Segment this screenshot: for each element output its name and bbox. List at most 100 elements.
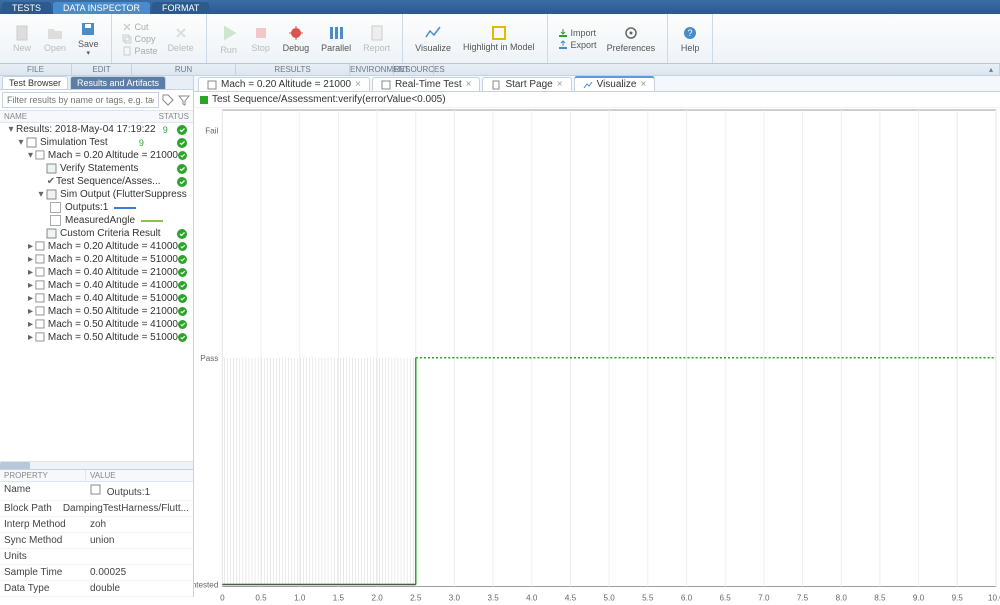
tree-sim-badge: 9 [139,138,144,148]
tab-results-artifacts[interactable]: Results and Artifacts [70,76,166,89]
tree-header-status: STATUS [159,112,189,121]
open-label: Open [44,43,66,53]
checkbox-icon[interactable] [50,202,61,213]
tree-m050a41[interactable]: ▸Mach = 0.50 Altitude = 41000 [0,318,193,331]
debug-button[interactable]: Debug [277,23,316,55]
svg-text:9.0: 9.0 [913,594,925,603]
svg-text:7.0: 7.0 [758,594,770,603]
results-tree[interactable]: ▾Results: 2018-May-04 17:19:22 9 ▾ Simul… [0,123,193,391]
prop-units-val [86,549,193,564]
tree-m040a21-label: Mach = 0.40 Altitude = 21000 [48,267,178,278]
section-resources: RESOURCES [394,64,434,75]
tree-m050a21[interactable]: ▸Mach = 0.50 Altitude = 21000 [0,305,193,318]
tree-m020a41[interactable]: ▸Mach = 0.20 Altitude = 41000 [0,240,193,253]
report-label: Report [363,43,390,53]
import-button[interactable]: Import [558,27,597,39]
tree-test-seq[interactable]: ✔ Test Sequence/Asses... [0,175,193,188]
plot-area[interactable]: 00.51.01.52.02.53.03.54.04.55.05.56.06.5… [194,108,1000,597]
delete-button[interactable]: Delete [162,23,200,55]
tree-root[interactable]: ▾Results: 2018-May-04 17:19:22 9 [0,123,193,136]
tree-outputs1[interactable]: Outputs:1 [0,201,193,214]
prop-sample-key: Sample Time [0,565,86,580]
tree-sim-output[interactable]: ▾ Sim Output (FlutterSuppress [0,188,193,201]
parallel-label: Parallel [321,43,351,53]
ribbon-collapse-icon[interactable]: ▴ [434,64,1000,75]
prop-header-property: PROPERTY [0,470,86,481]
tree-verify[interactable]: Verify Statements [0,162,193,175]
cut-button[interactable]: Cut [122,21,158,33]
pass-icon [178,151,187,161]
tree-m040a41[interactable]: ▸Mach = 0.40 Altitude = 41000 [0,279,193,292]
pass-icon [177,229,187,239]
svg-text:Fail: Fail [205,126,218,135]
legend-swatch [200,96,208,104]
tree-m050a41-label: Mach = 0.50 Altitude = 41000 [48,319,178,330]
help-button[interactable]: ?Help [674,23,706,55]
tree-m020a51-label: Mach = 0.20 Altitude = 51000 [48,254,178,265]
tab-test-browser[interactable]: Test Browser [2,76,68,89]
visualize-button[interactable]: Visualize [409,23,457,55]
parallel-button[interactable]: Parallel [315,23,357,55]
pass-icon [177,138,187,148]
tree-outputs1-label: Outputs:1 [65,202,108,213]
doc-tab-m020a21[interactable]: Mach = 0.20 Altitude = 21000× [198,77,370,91]
swatch-blue [114,207,136,209]
tree-header: NAME STATUS [0,111,193,123]
filter-icon[interactable] [177,93,191,107]
open-button[interactable]: Open [38,23,72,55]
close-icon[interactable]: × [466,79,472,90]
doc-tab-realtime-label: Real-Time Test [395,79,462,90]
pass-icon [178,320,187,330]
tree-m050a51[interactable]: ▸Mach = 0.50 Altitude = 51000 [0,331,193,344]
stop-button[interactable]: Stop [245,23,277,55]
tree-h-scrollbar[interactable] [0,461,193,469]
copy-button[interactable]: Copy [122,33,158,45]
tree-sim-test[interactable]: ▾ Simulation Test 9 [0,136,193,149]
tab-tests[interactable]: TESTS [2,2,51,14]
close-icon[interactable]: × [640,79,646,90]
pass-icon [177,125,187,135]
tree-m020a51[interactable]: ▸Mach = 0.20 Altitude = 51000 [0,253,193,266]
run-button[interactable]: Run [213,21,245,57]
tree-m040a51[interactable]: ▸Mach = 0.40 Altitude = 51000 [0,292,193,305]
io-buttons: Import Export [554,27,601,51]
tree-measured[interactable]: MeasuredAngle [0,214,193,227]
svg-text:Pass: Pass [200,354,218,363]
svg-text:Untested: Untested [194,581,218,590]
export-button[interactable]: Export [558,39,597,51]
highlight-button[interactable]: Highlight in Model [457,23,541,54]
tree-custom[interactable]: Custom Criteria Result [0,227,193,240]
tree-m050a51-label: Mach = 0.50 Altitude = 51000 [48,332,178,343]
verification-plot: 00.51.01.52.02.53.03.54.04.55.05.56.06.5… [194,108,1000,605]
pass-icon [178,281,187,291]
doc-tab-visualize[interactable]: Visualize× [574,76,656,91]
paste-button[interactable]: Paste [122,45,158,57]
help-label: Help [681,43,700,53]
close-icon[interactable]: × [355,79,361,90]
filter-input[interactable] [2,92,159,108]
new-button[interactable]: New [6,23,38,55]
prop-units-key: Units [0,549,86,564]
tree-m020a21[interactable]: ▾ Mach = 0.20 Altitude = 21000 [0,149,193,162]
tags-icon[interactable] [161,93,175,107]
svg-text:1.5: 1.5 [333,594,345,603]
close-icon[interactable]: × [557,79,563,90]
prop-name-val: Outputs:1 [107,487,150,498]
save-button[interactable]: Save▾ [72,19,105,59]
svg-text:6.5: 6.5 [720,594,732,603]
export-label: Export [571,40,597,50]
tab-data-inspector[interactable]: DATA INSPECTOR [53,2,150,14]
report-button[interactable]: Report [357,23,396,55]
svg-text:9.5: 9.5 [952,594,964,603]
tree-m020a41-label: Mach = 0.20 Altitude = 41000 [48,241,178,252]
tab-format[interactable]: FORMAT [152,2,209,14]
tree-header-name: NAME [4,112,27,121]
doc-tab-startpage[interactable]: Start Page× [482,77,571,91]
preferences-label: Preferences [607,43,656,53]
doc-tab-realtime[interactable]: Real-Time Test × [372,77,481,91]
svg-text:10.0: 10.0 [988,594,1000,603]
prop-sync-key: Sync Method [0,533,86,548]
checkbox-icon[interactable] [50,215,61,226]
tree-m040a21[interactable]: ▸Mach = 0.40 Altitude = 21000 [0,266,193,279]
preferences-button[interactable]: Preferences [601,23,662,55]
